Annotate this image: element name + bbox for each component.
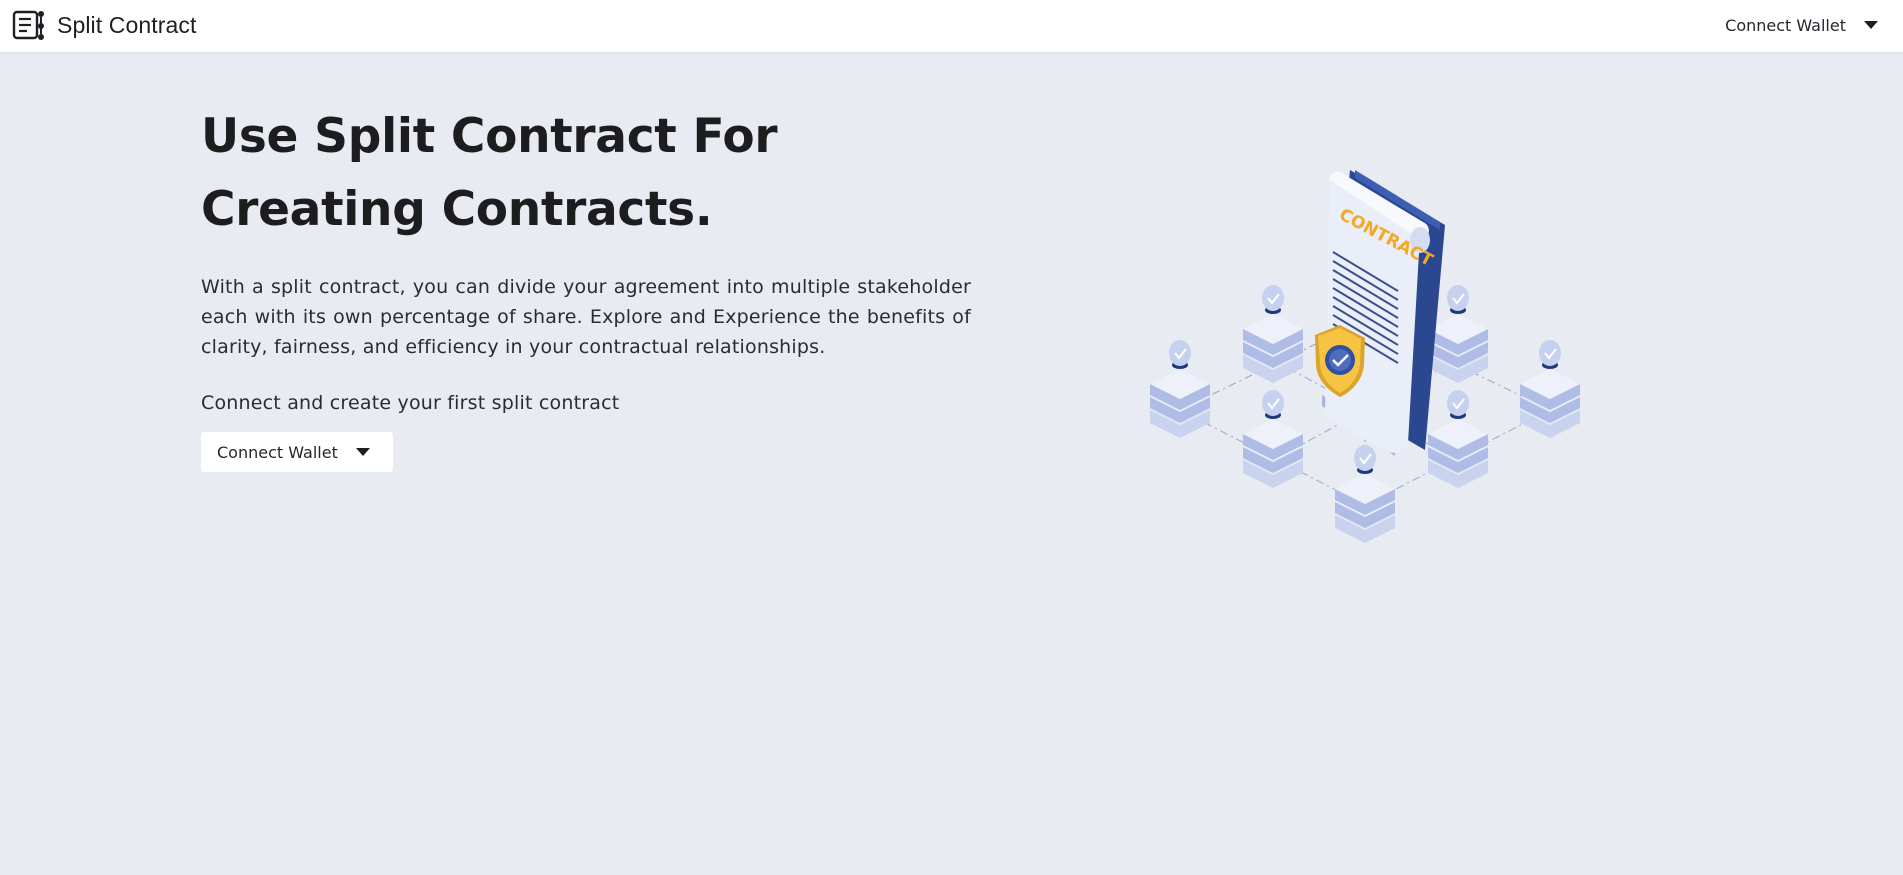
caret-down-icon xyxy=(1864,21,1878,29)
hero-connect-wallet-label: Connect Wallet xyxy=(217,442,338,462)
node-server-lower-right xyxy=(1428,390,1488,488)
contract-list-icon xyxy=(12,10,44,40)
brand-name: Split Contract xyxy=(57,11,197,38)
top-navigation-bar: Split Contract Connect Wallet xyxy=(0,0,1903,53)
node-server-bottom xyxy=(1335,445,1395,543)
node-server-right xyxy=(1520,340,1580,438)
brand[interactable]: Split Contract xyxy=(12,9,196,41)
hero-description: With a split contract, you can divide yo… xyxy=(201,276,971,358)
hero-section: Use Split Contract For Creating Contract… xyxy=(201,100,971,472)
contract-network-illustration: CONTRACT xyxy=(1150,170,1580,543)
hero-cta-text: Connect and create your first split cont… xyxy=(201,392,620,414)
hero-connect-wallet-button[interactable]: Connect Wallet xyxy=(201,432,393,472)
node-server-lower-left xyxy=(1243,390,1303,488)
node-server-left xyxy=(1150,340,1210,438)
contract-document: CONTRACT xyxy=(1315,170,1445,456)
node-server-upper-left xyxy=(1243,285,1303,383)
caret-down-icon xyxy=(355,448,370,456)
connect-wallet-dropdown[interactable]: Connect Wallet xyxy=(1725,12,1878,38)
hero-title: Use Split Contract For Creating Contract… xyxy=(201,109,778,237)
connect-wallet-label: Connect Wallet xyxy=(1725,15,1846,35)
